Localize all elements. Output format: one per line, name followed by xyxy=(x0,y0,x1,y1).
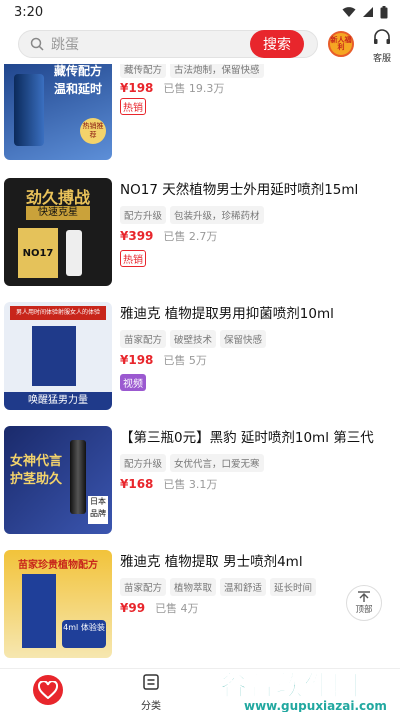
thumb-caption: 苗家珍贵植物配方 xyxy=(18,560,98,571)
thumb-badge: 热销推荐 xyxy=(80,118,106,144)
product-thumbnail: 苗家珍贵植物配方 4ml 体验装 xyxy=(4,550,112,658)
product-bottle xyxy=(66,230,82,276)
sold-count: 已售 19.3万 xyxy=(163,82,225,95)
thumb-caption: 唤醒猛男力量 xyxy=(4,392,112,410)
product-tags: 配方升级 女优代言，口爱无寒 xyxy=(120,454,264,472)
product-tag: 保留快感 xyxy=(220,330,267,348)
product-bottle xyxy=(70,440,86,514)
category-icon xyxy=(143,674,159,690)
product-tag: 藏传配方 xyxy=(120,64,167,78)
product-tag: 苗家配方 xyxy=(120,578,167,596)
product-tags: 藏传配方 古法炮制，保留快感 xyxy=(120,64,264,78)
product-tag: 配方升级 xyxy=(120,454,167,472)
product-box xyxy=(32,326,76,386)
thumb-caption: 快速克星 xyxy=(26,206,90,220)
status-time: 3:20 xyxy=(14,4,44,20)
sold-count: 已售 4万 xyxy=(155,602,199,615)
product-tag: 温和舒适 xyxy=(220,578,267,596)
product-price: ¥399 xyxy=(120,229,154,243)
search-header: 跳蛋 搜索 新人福利 客服 xyxy=(0,24,400,64)
nav-home[interactable] xyxy=(33,675,63,705)
product-box: NO17 xyxy=(18,228,58,278)
product-item[interactable]: 藏传配方 温和延时 热销推荐 藏传配方 古法炮制，保留快感 ¥198 已售 19… xyxy=(0,64,400,172)
product-thumbnail: 男人用时间体验射服女人的体验 唤醒猛男力量 xyxy=(4,302,112,410)
back-to-top-button[interactable]: 顶部 xyxy=(346,585,382,621)
product-price: ¥99 xyxy=(120,601,146,615)
product-box xyxy=(22,574,56,648)
hot-label: 热销 xyxy=(120,250,146,267)
search-icon xyxy=(29,36,45,52)
sold-count: 已售 3.1万 xyxy=(163,478,218,491)
product-tag: 苗家配方 xyxy=(120,330,167,348)
price-row: ¥168 已售 3.1万 xyxy=(120,476,217,492)
thumb-caption: 劲久搏战 xyxy=(25,188,90,207)
site-watermark: 谷普软件园 www.gupuxiazai.com xyxy=(220,664,396,712)
product-price: ¥198 xyxy=(120,81,154,95)
product-tag: 延长时间 xyxy=(270,578,317,596)
home-logo-icon xyxy=(38,681,58,699)
status-bar: 3:20 xyxy=(0,0,400,24)
thumb-caption: 男人用时间体验射服女人的体验 xyxy=(10,306,106,320)
price-row: ¥198 已售 5万 xyxy=(120,352,207,368)
product-title: NO17 天然植物男士外用延时喷剂15ml xyxy=(120,182,359,198)
thumb-caption: 女神代言 xyxy=(10,454,63,469)
product-tags: 苗家配方 植物萃取 温和舒适 延长时间 xyxy=(120,578,317,596)
product-tags: 配方升级 包装升级，珍稀药材 xyxy=(120,206,264,224)
product-title: 雅迪克 植物提取男用抑菌喷剂10ml xyxy=(120,306,334,322)
thumb-caption: 护茎助久 xyxy=(10,472,63,487)
watermark-title: 谷普软件园 xyxy=(220,671,360,703)
product-tag: 古法炮制，保留快感 xyxy=(170,64,264,78)
customer-service-button[interactable]: 客服 xyxy=(368,28,396,64)
product-tag: 破壁技术 xyxy=(170,330,217,348)
product-tags: 苗家配方 破壁技术 保留快感 xyxy=(120,330,267,348)
battery-icon xyxy=(380,5,388,18)
product-thumbnail: 女神代言 护茎助久 日本品牌 xyxy=(4,426,112,534)
nav-category-label: 分类 xyxy=(141,701,161,712)
price-row: ¥198 已售 19.3万 xyxy=(120,80,224,96)
product-thumbnail: 藏传配方 温和延时 热销推荐 xyxy=(4,64,112,160)
status-icons xyxy=(342,5,388,19)
product-price: ¥168 xyxy=(120,477,154,491)
product-price: ¥198 xyxy=(120,353,154,367)
thumb-caption: 藏传配方 xyxy=(54,64,103,78)
product-tag: 包装升级，珍稀药材 xyxy=(170,206,264,224)
sold-count: 已售 2.7万 xyxy=(163,230,218,243)
arrow-up-icon xyxy=(358,591,370,602)
price-row: ¥99 已售 4万 xyxy=(120,600,199,616)
product-item[interactable]: 劲久搏战 快速克星 NO17 NO17 天然植物男士外用延时喷剂15ml 配方升… xyxy=(0,178,400,298)
back-to-top-label: 顶部 xyxy=(355,605,373,615)
nav-category[interactable]: 分类 xyxy=(134,673,168,712)
product-tag: 女优代言，口爱无寒 xyxy=(170,454,264,472)
product-list: 藏传配方 温和延时 热销推荐 藏传配方 古法炮制，保留快感 ¥198 已售 19… xyxy=(0,64,400,668)
price-row: ¥399 已售 2.7万 xyxy=(120,228,217,244)
product-title: 雅迪克 植物提取 男士喷剂4ml xyxy=(120,554,303,570)
video-label: 视频 xyxy=(120,374,146,391)
product-item[interactable]: 女神代言 护茎助久 日本品牌 【第三瓶0元】黑豹 延时喷剂10ml 第三代 配方… xyxy=(0,426,400,546)
thumb-caption: 温和延时 xyxy=(54,82,103,96)
headset-icon xyxy=(374,29,390,44)
product-tag: 配方升级 xyxy=(120,206,167,224)
product-bottle xyxy=(14,74,44,146)
thumb-badge: 4ml 体验装 xyxy=(62,620,106,648)
product-item[interactable]: 苗家珍贵植物配方 4ml 体验装 雅迪克 植物提取 男士喷剂4ml 苗家配方 植… xyxy=(0,550,400,668)
search-button[interactable]: 搜索 xyxy=(250,30,304,58)
signal-icon xyxy=(363,7,373,17)
sold-count: 已售 5万 xyxy=(163,354,207,367)
hot-label: 热销 xyxy=(120,98,146,115)
product-tag: 植物萃取 xyxy=(170,578,217,596)
thumb-badge: 日本品牌 xyxy=(88,496,108,524)
watermark-url: www.gupuxiazai.com xyxy=(244,699,387,712)
service-label: 客服 xyxy=(372,54,391,64)
wifi-icon xyxy=(342,7,356,17)
product-title: 【第三瓶0元】黑豹 延时喷剂10ml 第三代 xyxy=(120,430,374,446)
product-thumbnail: 劲久搏战 快速克星 NO17 xyxy=(4,178,112,286)
product-item[interactable]: 男人用时间体验射服女人的体验 唤醒猛男力量 雅迪克 植物提取男用抑菌喷剂10ml… xyxy=(0,302,400,422)
new-user-gift-icon[interactable]: 新人福利 xyxy=(328,31,354,57)
